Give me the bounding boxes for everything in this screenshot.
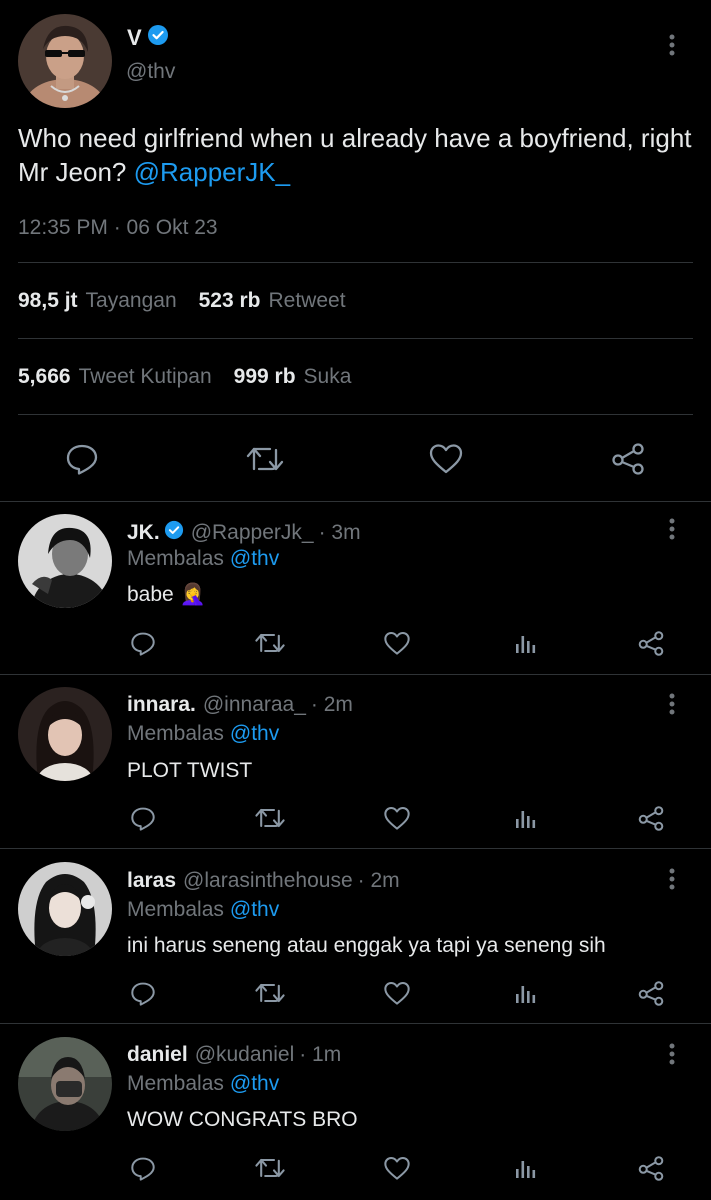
divider <box>0 1023 711 1024</box>
tweet-timestamp[interactable]: 12:35 PM · 06 Okt 23 <box>18 216 218 240</box>
analytics-icon[interactable] <box>511 978 539 1008</box>
reply-author-name[interactable]: daniel <box>127 1043 188 1067</box>
reply-text: WOW CONGRATS BRO <box>127 1108 358 1131</box>
reply-icon[interactable] <box>128 803 158 833</box>
reply-author-name[interactable]: JK. <box>127 521 160 545</box>
reply-header: laras @larasinthehouse · 2m <box>127 869 400 893</box>
share-icon[interactable] <box>636 978 666 1008</box>
more-options-icon[interactable] <box>662 30 682 60</box>
tweet-mention-link[interactable]: @RapperJK_ <box>134 157 290 187</box>
divider <box>18 414 693 415</box>
more-options-icon[interactable] <box>662 514 682 544</box>
like-icon[interactable] <box>382 978 412 1008</box>
like-icon[interactable] <box>382 1153 412 1183</box>
share-icon[interactable] <box>636 1153 666 1183</box>
reply-icon[interactable] <box>128 978 158 1008</box>
likes-label[interactable]: Suka <box>304 365 352 389</box>
replying-to-link[interactable]: @thv <box>230 1072 279 1096</box>
reply-avatar[interactable] <box>18 862 112 956</box>
like-icon[interactable] <box>426 440 466 478</box>
reply-author-handle[interactable]: @innaraa_ <box>203 693 306 717</box>
reply-time: · 2m <box>357 869 400 892</box>
reply-header: JK. @RapperJk_ · 3m <box>127 520 361 546</box>
verified-badge-icon <box>147 24 169 52</box>
reply-time: · 3m <box>318 521 361 544</box>
reply-item[interactable]: laras @larasinthehouse · 2m Membalas @th… <box>0 850 711 1025</box>
verified-badge-icon <box>164 520 184 546</box>
replying-to-link[interactable]: @thv <box>230 898 279 922</box>
views-label[interactable]: Tayangan <box>86 289 177 313</box>
more-options-icon[interactable] <box>662 1039 682 1069</box>
quotes-label[interactable]: Tweet Kutipan <box>79 365 212 389</box>
reply-header: daniel @kudaniel · 1m <box>127 1043 341 1067</box>
divider <box>0 848 711 849</box>
reply-author-name[interactable]: laras <box>127 869 176 893</box>
author-handle[interactable]: @thv <box>126 60 175 84</box>
quotes-count: 5,666 <box>18 365 71 388</box>
reply-author-handle[interactable]: @RapperJk_ <box>191 521 314 545</box>
replying-to-link[interactable]: @thv <box>230 547 279 571</box>
replying-prefix: Membalas <box>127 547 224 570</box>
retweets-label[interactable]: Retweet <box>269 289 346 313</box>
more-options-icon[interactable] <box>662 689 682 719</box>
reply-author-handle[interactable]: @kudaniel <box>195 1043 295 1067</box>
retweet-icon[interactable] <box>253 978 287 1008</box>
retweet-icon[interactable] <box>243 440 287 478</box>
more-options-icon[interactable] <box>662 864 682 894</box>
reply-item[interactable]: innara. @innaraa_ · 2m Membalas @thv PLO… <box>0 675 711 850</box>
analytics-icon[interactable] <box>511 628 539 658</box>
stats-row-1: 98,5 jt Tayangan 523 rb Retweet <box>18 289 346 313</box>
replying-to: Membalas @thv <box>127 547 279 571</box>
replying-to-link[interactable]: @thv <box>230 722 279 746</box>
reply-icon[interactable] <box>62 440 102 478</box>
reply-time: · 2m <box>310 693 353 716</box>
reply-item[interactable]: JK. @RapperJk_ · 3m Membalas @thv babe 🤦… <box>0 502 711 677</box>
reply-header: innara. @innaraa_ · 2m <box>127 693 353 717</box>
views-count: 98,5 jt <box>18 289 78 312</box>
tweet-text: Who need girlfriend when u already have … <box>18 121 698 189</box>
divider <box>18 338 693 339</box>
tweet-body: Who need girlfriend when u already have … <box>18 123 692 187</box>
reply-author-handle[interactable]: @larasinthehouse <box>183 869 353 893</box>
reply-time: · 1m <box>299 1043 342 1066</box>
retweet-icon[interactable] <box>253 628 287 658</box>
analytics-icon[interactable] <box>511 803 539 833</box>
reply-author-name[interactable]: innara. <box>127 693 196 717</box>
author-name[interactable]: V <box>127 25 142 51</box>
reply-icon[interactable] <box>128 628 158 658</box>
reply-avatar[interactable] <box>18 687 112 781</box>
like-icon[interactable] <box>382 803 412 833</box>
reply-avatar[interactable] <box>18 514 112 608</box>
reply-text: babe 🤦‍♀️ <box>127 583 206 606</box>
reply-icon[interactable] <box>128 1153 158 1183</box>
share-icon[interactable] <box>636 628 666 658</box>
replying-to: Membalas @thv <box>127 898 279 922</box>
analytics-icon[interactable] <box>511 1153 539 1183</box>
reply-item[interactable]: daniel @kudaniel · 1m Membalas @thv WOW … <box>0 1025 711 1200</box>
main-tweet: V @thv Who need girlfriend when u alread… <box>0 0 711 502</box>
replying-to: Membalas @thv <box>127 1072 279 1096</box>
replying-to: Membalas @thv <box>127 722 279 746</box>
author-avatar[interactable] <box>18 14 112 108</box>
divider <box>18 262 693 263</box>
replying-prefix: Membalas <box>127 1072 224 1095</box>
like-icon[interactable] <box>382 628 412 658</box>
stats-row-2: 5,666 Tweet Kutipan 999 rb Suka <box>18 365 351 389</box>
author-name-row: V <box>127 24 169 52</box>
reply-text: ini harus seneng atau enggak ya tapi ya … <box>127 934 606 957</box>
reply-avatar[interactable] <box>18 1037 112 1131</box>
retweets-count: 523 rb <box>198 289 261 312</box>
likes-count: 999 rb <box>233 365 296 388</box>
share-icon[interactable] <box>608 440 648 478</box>
share-icon[interactable] <box>636 803 666 833</box>
replying-prefix: Membalas <box>127 722 224 745</box>
retweet-icon[interactable] <box>253 803 287 833</box>
retweet-icon[interactable] <box>253 1153 287 1183</box>
reply-text: PLOT TWIST <box>127 759 253 782</box>
replying-prefix: Membalas <box>127 898 224 921</box>
